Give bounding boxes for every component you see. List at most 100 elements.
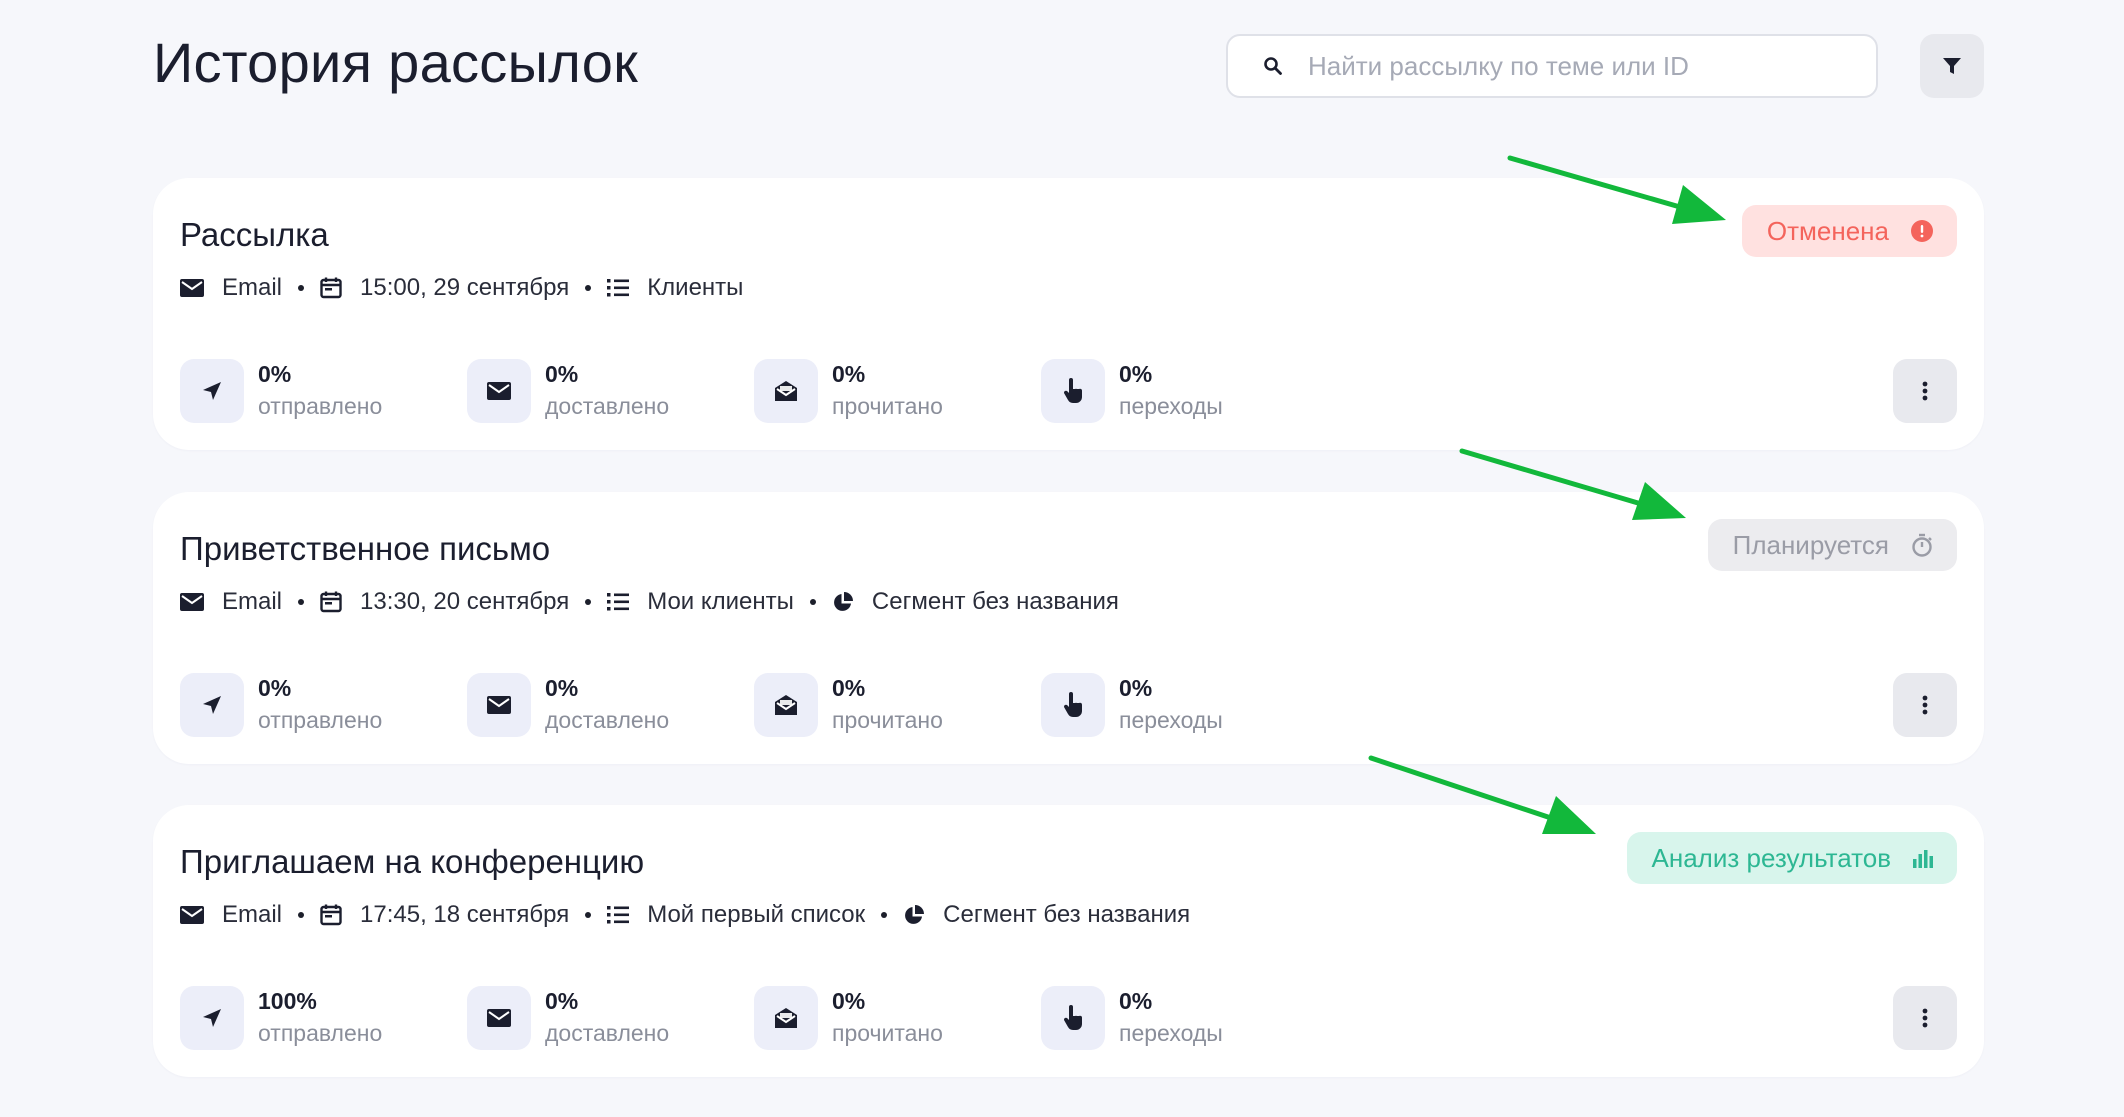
- pointer-hand-icon: [1063, 692, 1083, 717]
- filter-button[interactable]: [1920, 34, 1984, 98]
- status-badge: Планируется: [1707, 519, 1957, 571]
- search-input[interactable]: [1306, 49, 1870, 83]
- stopwatch-icon: [1912, 533, 1932, 557]
- more-button[interactable]: [1893, 986, 1957, 1050]
- envelope-icon: [180, 906, 204, 924]
- campaign-meta: Email 17:45, 18 сентября Мой первый спис…: [180, 901, 1190, 929]
- stats-row: 0% отправлено 0% доставлено 0% прочитано 0%…: [180, 673, 1328, 737]
- channel-label: Email: [222, 901, 283, 928]
- list-label: Клиенты: [647, 274, 744, 301]
- separator-dot: [298, 285, 305, 291]
- bar-chart-icon: [1913, 850, 1933, 868]
- stat-label: прочитано: [832, 707, 943, 733]
- campaign-card[interactable]: Приглашаем на конференцию Анализ результ…: [153, 805, 1984, 1077]
- stat-read: 0% прочитано: [754, 986, 1041, 1050]
- more-vertical-icon: [1922, 381, 1928, 401]
- campaign-title: Рассылка: [180, 216, 329, 253]
- stat-delivered: 0% доставлено: [467, 673, 754, 737]
- stat-value: 0%: [258, 361, 292, 387]
- list-icon: [607, 906, 630, 924]
- calendar-icon: [320, 904, 342, 926]
- envelope-open-icon: [775, 695, 797, 715]
- envelope-open-icon: [775, 1008, 797, 1028]
- envelope-icon: [180, 279, 204, 297]
- send-icon: [203, 696, 221, 714]
- separator-dot: [585, 912, 592, 918]
- filter-icon: [1943, 58, 1961, 74]
- envelope-icon: [487, 382, 511, 400]
- search-icon: [1258, 51, 1288, 81]
- stat-label: переходы: [1119, 393, 1223, 419]
- separator-dot: [585, 285, 592, 291]
- status-badge: Анализ результатов: [1626, 832, 1957, 884]
- stat-value: 0%: [545, 361, 579, 387]
- more-vertical-icon: [1922, 695, 1928, 715]
- pie-chart-icon: [833, 592, 853, 611]
- stat-value: 0%: [545, 675, 579, 701]
- separator-dot: [881, 912, 888, 918]
- datetime-label: 15:00, 29 сентября: [360, 274, 570, 301]
- page-title: История рассылок: [153, 31, 639, 94]
- campaign-title: Приглашаем на конференцию: [180, 843, 645, 880]
- campaign-card[interactable]: Приветственное письмо Планируется Email …: [153, 492, 1984, 764]
- list-label: Мой первый список: [647, 901, 866, 928]
- envelope-icon: [180, 593, 204, 611]
- separator-dot: [809, 599, 816, 605]
- list-icon: [607, 279, 630, 297]
- search-box[interactable]: [1226, 34, 1878, 98]
- stat-sent: 0% отправлено: [180, 359, 467, 423]
- stats-row: 100% отправлено 0% доставлено 0% прочитано …: [180, 986, 1328, 1050]
- stat-value: 0%: [1119, 988, 1153, 1014]
- list-label: Мои клиенты: [647, 588, 794, 615]
- stat-read: 0% прочитано: [754, 359, 1041, 423]
- pointer-hand-icon: [1063, 378, 1083, 403]
- stat-value: 0%: [832, 675, 866, 701]
- stat-clicks: 0% переходы: [1041, 986, 1328, 1050]
- stat-sent: 100% отправлено: [180, 986, 467, 1050]
- stat-value: 0%: [1119, 361, 1153, 387]
- envelope-icon: [487, 696, 511, 714]
- send-icon: [203, 1009, 221, 1027]
- channel-label: Email: [222, 274, 283, 301]
- more-button[interactable]: [1893, 359, 1957, 423]
- stat-value: 0%: [545, 988, 579, 1014]
- list-icon: [607, 593, 630, 611]
- stat-label: переходы: [1119, 707, 1223, 733]
- stat-delivered: 0% доставлено: [467, 986, 754, 1050]
- separator-dot: [585, 599, 592, 605]
- stat-read: 0% прочитано: [754, 673, 1041, 737]
- stat-value: 100%: [258, 988, 317, 1014]
- stat-label: отправлено: [258, 707, 383, 733]
- campaign-meta: Email 13:30, 20 сентября Мои клиенты Сег…: [180, 588, 1119, 616]
- more-vertical-icon: [1922, 1008, 1928, 1028]
- send-icon: [203, 382, 221, 400]
- more-button[interactable]: [1893, 673, 1957, 737]
- stat-value: 0%: [1119, 675, 1153, 701]
- pointer-hand-icon: [1063, 1005, 1083, 1030]
- stat-label: отправлено: [258, 393, 383, 419]
- pie-chart-icon: [905, 905, 925, 924]
- segment-label: Сегмент без названия: [943, 901, 1191, 928]
- stats-row: 0% отправлено 0% доставлено 0% прочитано 0%…: [180, 359, 1328, 423]
- channel-label: Email: [222, 588, 283, 615]
- stat-label: прочитано: [832, 393, 943, 419]
- segment-label: Сегмент без названия: [871, 588, 1119, 615]
- campaign-card[interactable]: Рассылка Отменена Email 15:00, 29 сентяб…: [153, 178, 1984, 450]
- stat-label: прочитано: [832, 1020, 943, 1046]
- stat-value: 0%: [258, 675, 292, 701]
- separator-dot: [298, 599, 305, 605]
- stat-sent: 0% отправлено: [180, 673, 467, 737]
- envelope-open-icon: [775, 381, 797, 401]
- campaign-title: Приветственное письмо: [180, 530, 551, 567]
- stat-label: отправлено: [258, 1020, 383, 1046]
- stat-delivered: 0% доставлено: [467, 359, 754, 423]
- calendar-icon: [320, 591, 342, 613]
- status-label: Планируется: [1732, 529, 1889, 560]
- alert-icon: [1911, 220, 1933, 242]
- status-label: Анализ результатов: [1651, 842, 1891, 873]
- stat-label: доставлено: [545, 707, 670, 733]
- stat-clicks: 0% переходы: [1041, 673, 1328, 737]
- status-badge: Отменена: [1741, 205, 1957, 257]
- campaign-meta: Email 15:00, 29 сентября Клиенты: [180, 274, 743, 302]
- stat-label: переходы: [1119, 1020, 1223, 1046]
